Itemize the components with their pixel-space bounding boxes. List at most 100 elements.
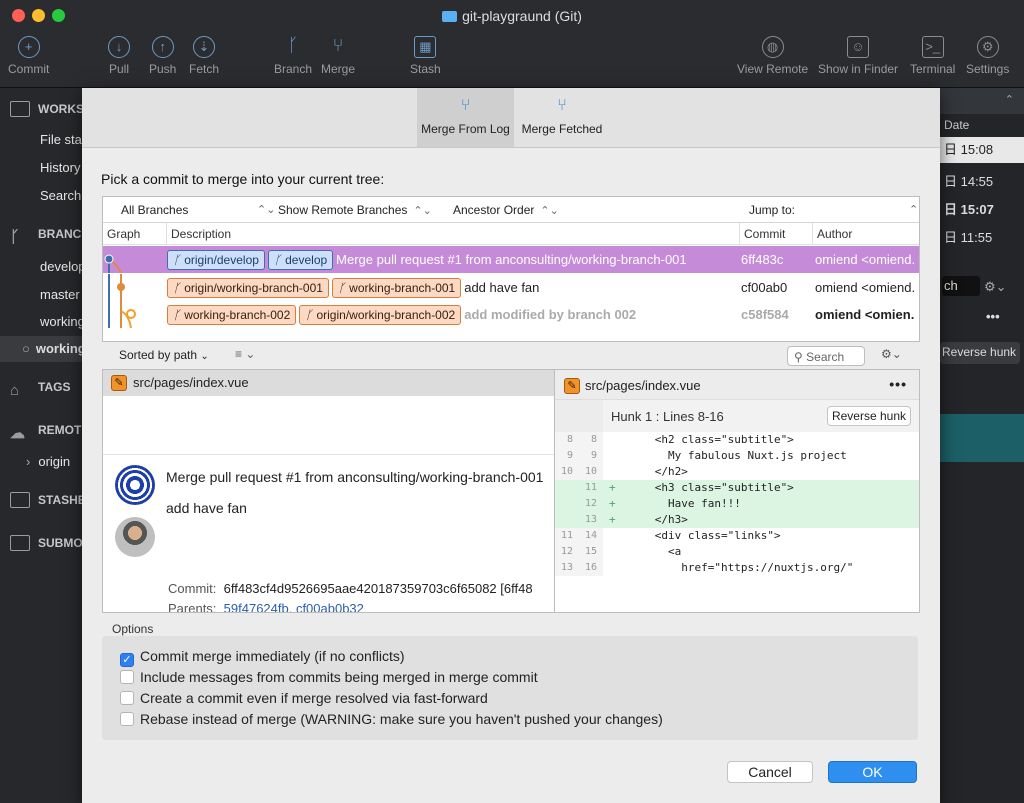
column-description[interactable]: Description bbox=[171, 227, 231, 241]
order-dropdown[interactable]: Ancestor Order ⌃⌄ bbox=[453, 203, 573, 217]
diff-line[interactable]: 11 14 <div class="links"> bbox=[555, 528, 919, 544]
stash-icon bbox=[10, 492, 30, 508]
code-text: </h2> bbox=[615, 465, 688, 478]
diff-line-added[interactable]: 12 + Have fan!!! bbox=[555, 496, 919, 512]
sidebar-branch-item[interactable]: working-branch-002 bbox=[0, 309, 82, 335]
code-text: <h2 class="subtitle"> bbox=[615, 433, 794, 446]
diff-line-added[interactable]: 13 + </h3> bbox=[555, 512, 919, 528]
sidebar-branch-current[interactable]: ○working-branch-001 bbox=[0, 336, 82, 362]
column-divider bbox=[812, 223, 813, 245]
column-graph[interactable]: Graph bbox=[107, 227, 140, 241]
branch-tag: ᚴ working-branch-002 bbox=[167, 305, 297, 325]
pull-button[interactable]: ↓ Pull bbox=[108, 36, 130, 76]
file-list-item[interactable]: ✎ src/pages/index.vue bbox=[103, 370, 554, 396]
sidebar-item-file-status[interactable]: File status bbox=[0, 127, 82, 153]
checkbox[interactable] bbox=[120, 691, 134, 705]
code-text: My fabulous Nuxt.js project bbox=[615, 449, 847, 462]
list-view-icon[interactable]: ≡ ⌄ bbox=[235, 347, 255, 361]
old-line-number: 13 bbox=[560, 562, 573, 573]
sidebar-item-history[interactable]: History bbox=[0, 155, 82, 181]
more-icon[interactable]: ••• bbox=[986, 309, 1016, 324]
show-in-finder-button[interactable]: ☺ Show in Finder bbox=[818, 36, 898, 76]
tab-merge-from-log[interactable]: ⑂ Merge From Log bbox=[417, 88, 514, 147]
fetch-button[interactable]: ⇣ Fetch bbox=[189, 36, 219, 76]
sidebar-branch-item[interactable]: master bbox=[0, 282, 82, 308]
diff-line[interactable]: 12 15 <a bbox=[555, 544, 919, 560]
file-search-input[interactable]: ⚲ Search bbox=[787, 346, 865, 366]
commit-button[interactable]: + Commit bbox=[8, 36, 49, 76]
option-rebase[interactable]: Rebase instead of merge (WARNING: make s… bbox=[120, 711, 663, 727]
sidebar-stashes-header[interactable]: STASHES bbox=[0, 487, 82, 513]
view-remote-button[interactable]: ◍ View Remote bbox=[737, 36, 808, 76]
date-cell: 日 11:55 bbox=[944, 230, 993, 245]
sidebar-remotes-header[interactable]: ☁REMOTES bbox=[0, 417, 82, 443]
search-icon: ⚲ bbox=[794, 350, 803, 364]
sort-dropdown[interactable]: Sorted by path ⌄ bbox=[119, 348, 209, 362]
branch-button[interactable]: ᚴ Branch bbox=[274, 35, 312, 77]
gear-icon[interactable]: ⚙⌄ bbox=[984, 279, 1014, 295]
terminal-button[interactable]: >_ Terminal bbox=[910, 36, 955, 76]
diff-line-added[interactable]: 11 + <h3 class="subtitle"> bbox=[555, 480, 919, 496]
remote-branches-dropdown[interactable]: Show Remote Branches ⌃⌄ bbox=[278, 203, 438, 217]
new-line-number: 16 bbox=[584, 562, 597, 573]
search-field[interactable]: ch bbox=[942, 276, 980, 296]
title-bar: git-playgraund (Git) bbox=[0, 0, 1024, 32]
checkbox[interactable] bbox=[120, 670, 134, 684]
branch-tag: ᚴ origin/develop bbox=[167, 250, 265, 270]
gear-icon[interactable]: ⚙⌄ bbox=[881, 347, 902, 361]
more-icon[interactable]: ••• bbox=[889, 376, 907, 392]
merge-dialog: ⑂ Merge From Log ⑂ Merge Fetched Pick a co… bbox=[82, 88, 940, 803]
settings-button[interactable]: ⚙ Settings bbox=[966, 36, 1009, 76]
merge-button[interactable]: ⑂ Merge bbox=[321, 36, 355, 77]
branches-filter-dropdown[interactable]: All Branches ⌃⌄ bbox=[121, 203, 275, 217]
sidebar-remote-origin[interactable]: › origin bbox=[0, 449, 82, 475]
jump-to-dropdown[interactable]: Jump to:⌃⌄ bbox=[749, 203, 919, 217]
committer-avatar bbox=[115, 517, 155, 557]
chevron-updown-icon: ⌃⌄ bbox=[909, 204, 919, 216]
commit-row[interactable]: ᚴ working-branch-002 ᚴ origin/working-branc… bbox=[103, 301, 919, 328]
branch-tag: ᚴ origin/working-branch-001 bbox=[167, 278, 329, 298]
sidebar-branch-item[interactable]: develop bbox=[0, 254, 82, 280]
commit-row[interactable]: ᚴ origin/working-branch-001 ᚴ working-branc… bbox=[103, 274, 919, 301]
reverse-hunk-button[interactable]: Reverse hunk bbox=[827, 406, 911, 426]
new-line-number: 13 bbox=[584, 514, 597, 525]
ok-button[interactable]: OK bbox=[828, 761, 917, 783]
date-cell: 日 14:55 bbox=[944, 174, 994, 189]
sidebar-workspace-header[interactable]: WORKSPACE bbox=[0, 96, 82, 122]
window-title: git-playgraund (Git) bbox=[0, 8, 1024, 24]
branch-icon: ᚴ bbox=[287, 35, 299, 55]
checkbox[interactable]: ✓ bbox=[120, 653, 134, 667]
submodule-icon bbox=[10, 535, 30, 551]
reverse-hunk-button[interactable]: Reverse hunk bbox=[940, 342, 1020, 364]
diff-line[interactable]: 8 8 <h2 class="subtitle"> bbox=[555, 432, 919, 448]
commit-hash: c58f584 bbox=[741, 307, 789, 322]
branch-icon: ᚴ bbox=[337, 281, 346, 295]
column-author[interactable]: Author bbox=[817, 227, 852, 241]
option-commit-immediately[interactable]: ✓ Commit merge immediately (if no conflic… bbox=[120, 648, 405, 667]
diff-line[interactable]: 13 16 href="https://nuxtjs.org/" bbox=[555, 560, 919, 576]
stash-button[interactable]: ▦ Stash bbox=[410, 36, 441, 76]
sidebar-submodules-header[interactable]: SUBMODULES bbox=[0, 530, 82, 556]
tab-merge-fetched[interactable]: ⑂ Merge Fetched bbox=[516, 88, 608, 147]
option-include-messages[interactable]: Include messages from commits being merg… bbox=[120, 669, 538, 685]
option-force-commit[interactable]: Create a commit even if merge resolved v… bbox=[120, 690, 488, 706]
commit-author: omiend <omien. bbox=[815, 307, 915, 322]
commit-row[interactable]: ᚴ origin/develop ᚴ develop Merge pull reques… bbox=[103, 246, 919, 273]
parent-link[interactable]: 59f47624fb, cf00ab0b32 bbox=[224, 601, 364, 612]
push-button[interactable]: ↑ Push bbox=[149, 36, 176, 76]
code-text: </h3> bbox=[615, 513, 688, 526]
commit-description: ᚴ working-branch-002 ᚴ origin/working-branc… bbox=[167, 305, 741, 325]
diff-line[interactable]: 9 9 My fabulous Nuxt.js project bbox=[555, 448, 919, 464]
cancel-button[interactable]: Cancel bbox=[727, 761, 813, 783]
changed-files-pane: ✎ src/pages/index.vue Merge pull request… bbox=[102, 369, 554, 613]
code-text: <div class="links"> bbox=[615, 529, 781, 542]
hunk-header: Hunk 1 : Lines 8-16 Reverse hunk bbox=[555, 400, 919, 432]
sidebar-tags-header[interactable]: ⌂ TAGS bbox=[0, 374, 82, 400]
sidebar-branches-header[interactable]: ᚴBRANCHES bbox=[0, 221, 82, 247]
diff-line[interactable]: 10 10 </h2> bbox=[555, 464, 919, 480]
sidebar-item-search[interactable]: Search bbox=[0, 183, 82, 209]
checkbox[interactable] bbox=[120, 712, 134, 726]
column-commit[interactable]: Commit bbox=[744, 227, 785, 241]
commit-author: omiend <omiend. bbox=[815, 280, 916, 295]
date-cell: 日 15:07 bbox=[944, 202, 994, 217]
